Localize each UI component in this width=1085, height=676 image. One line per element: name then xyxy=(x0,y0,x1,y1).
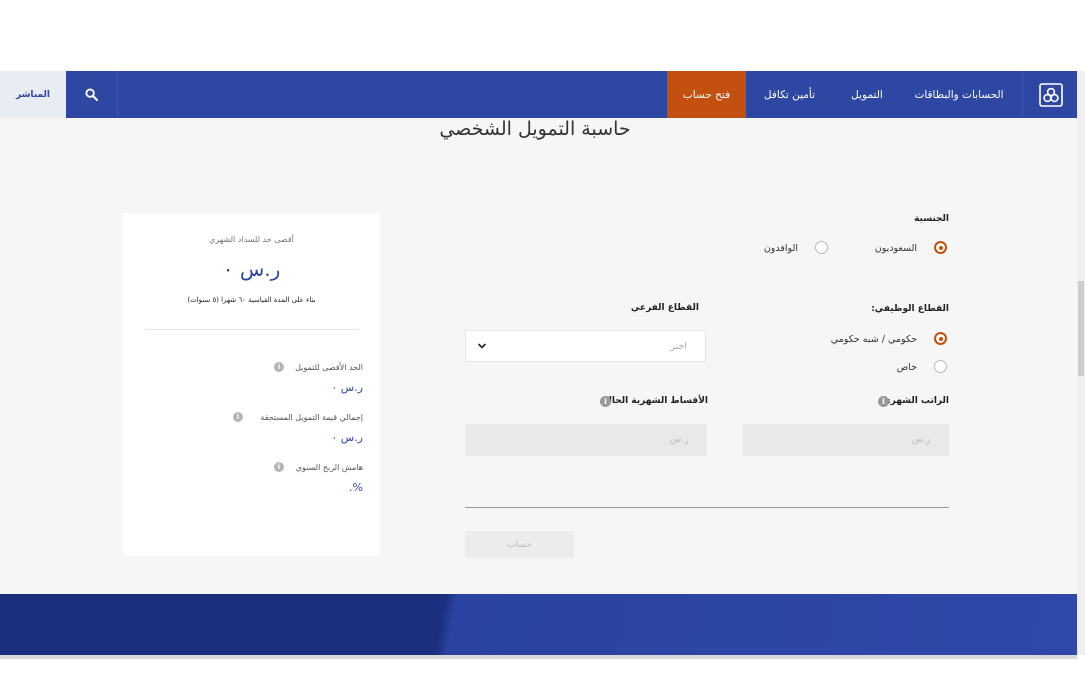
search-icon xyxy=(85,88,98,101)
footer-banner xyxy=(0,594,1077,655)
max-finance-info-icon[interactable]: i xyxy=(274,362,284,372)
sub-sector-select[interactable]: اختر xyxy=(465,330,706,362)
nav-takaful-insurance[interactable]: تأمين تكافل xyxy=(751,71,828,118)
scrollbar-thumb[interactable] xyxy=(1078,281,1084,376)
sector-government-label[interactable]: حكومي / شبه حكومي xyxy=(831,334,917,345)
taskbar-strip xyxy=(0,655,1077,659)
annual-profit-label: هامش الربح السنوي xyxy=(295,463,363,472)
monthly-salary-placeholder: ر.س xyxy=(911,434,931,445)
card-divider xyxy=(145,329,359,330)
max-payment-label: أقصى حد للسداد الشهري xyxy=(209,235,294,244)
page-scrollbar[interactable] xyxy=(1077,71,1085,655)
max-finance-value: ر.س ٠ xyxy=(331,381,363,394)
total-due-value: ر.س ٠ xyxy=(331,431,363,444)
nationality-label: الجنسية xyxy=(914,214,949,224)
monthly-salary-label: الراتب الشهري xyxy=(882,396,949,406)
nationality-saudi-radio[interactable] xyxy=(934,241,947,254)
max-finance-label: الحد الأقصى للتمويل xyxy=(295,363,363,372)
nationality-saudi-label[interactable]: السعوديون xyxy=(875,243,917,254)
nationality-expat-radio[interactable] xyxy=(815,241,828,254)
annual-profit-info-icon[interactable]: i xyxy=(274,462,284,472)
search-button[interactable] xyxy=(66,71,118,118)
salary-info-icon[interactable]: i xyxy=(878,396,889,407)
results-card: أقصى حد للسداد الشهري ر.س ٠ بناء على الم… xyxy=(123,213,380,556)
installments-placeholder: ر.س xyxy=(669,434,689,445)
calculator-section: حاسبة التمويل الشخصي الجنسية السعوديون ا… xyxy=(0,118,1077,594)
installments-label: الأقساط الشهرية الحالية xyxy=(599,396,708,406)
tenor-note: بناء على المدة القياسية ٦٠ شهرا (٥ سنوات… xyxy=(187,296,316,304)
employment-sector-label: القطاع الوظيفي: xyxy=(871,304,949,314)
max-payment-value: ر.س ٠ xyxy=(222,257,281,281)
calculate-button[interactable]: حساب xyxy=(465,531,574,558)
sub-sector-placeholder: اختر xyxy=(670,341,687,352)
installments-input[interactable]: ر.س xyxy=(465,424,707,456)
sub-sector-label: القطاع الفرعي xyxy=(630,303,699,313)
page-title: حاسبة التمويل الشخصي xyxy=(439,118,631,140)
sector-government-radio[interactable] xyxy=(934,332,947,345)
chevron-down-icon xyxy=(477,343,487,349)
top-blank-area xyxy=(0,0,1077,71)
total-due-label: إجمالي قيمة التمويل المستحقة xyxy=(260,413,363,422)
main-navbar: المباشر فتح حساب تأمين تكافل التمويل الح… xyxy=(0,71,1077,118)
bank-logo-icon xyxy=(1038,82,1063,107)
nav-open-account[interactable]: فتح حساب xyxy=(667,71,746,118)
sector-private-label[interactable]: خاص xyxy=(897,362,917,373)
home-logo-link[interactable] xyxy=(1022,71,1078,118)
monthly-salary-input[interactable]: ر.س xyxy=(743,424,949,456)
annual-profit-value: %. xyxy=(349,481,363,494)
nav-accounts-cards[interactable]: الحسابات والبطاقات xyxy=(904,71,1014,118)
taskbar xyxy=(0,655,1085,676)
sector-private-radio[interactable] xyxy=(934,360,947,373)
live-button[interactable]: المباشر xyxy=(0,71,66,118)
nationality-expat-label[interactable]: الوافدون xyxy=(764,243,798,254)
installments-info-icon[interactable]: i xyxy=(600,396,611,407)
nav-finance[interactable]: التمويل xyxy=(838,71,896,118)
total-due-info-icon[interactable]: i xyxy=(233,412,243,422)
form-divider xyxy=(465,507,949,508)
